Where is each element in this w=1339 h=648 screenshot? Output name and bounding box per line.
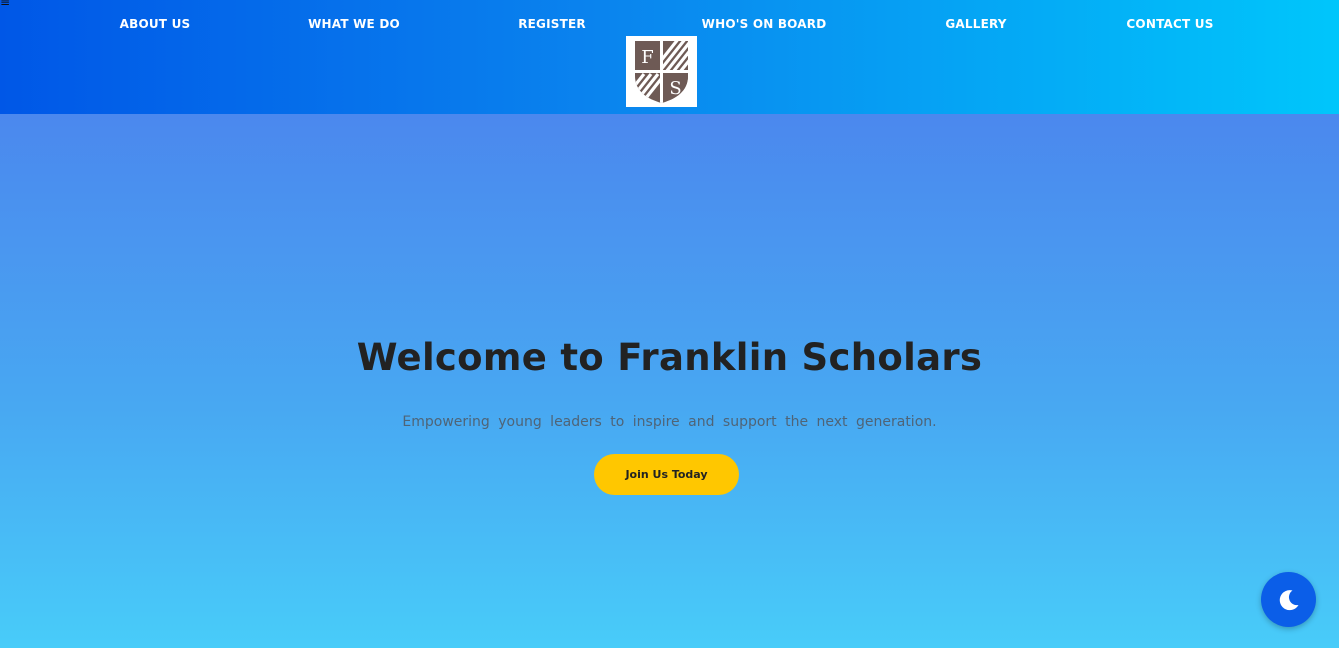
moon-icon	[1279, 589, 1298, 610]
site-header: ≡ ABOUT US WHAT WE DO REGISTER WHO'S ON …	[0, 0, 1339, 114]
nav-what-we-do[interactable]: WHAT WE DO	[308, 17, 400, 31]
nav-register[interactable]: REGISTER	[518, 17, 586, 31]
franklin-scholars-logo[interactable]: F S	[626, 36, 697, 107]
nav-contact-us[interactable]: CONTACT US	[1126, 17, 1213, 31]
logo-letter-s: S	[669, 78, 681, 99]
theme-toggle-button[interactable]	[1261, 572, 1316, 627]
logo-letter-f: F	[641, 47, 654, 68]
shield-logo-icon: F S	[635, 41, 688, 103]
hero-section: Welcome to Franklin Scholars Empowering …	[0, 114, 1339, 648]
main-nav: ABOUT US WHAT WE DO REGISTER WHO'S ON BO…	[0, 17, 1339, 33]
hamburger-icon[interactable]: ≡	[0, 0, 10, 8]
nav-whos-on-board[interactable]: WHO'S ON BOARD	[702, 17, 827, 31]
nav-about-us[interactable]: ABOUT US	[120, 17, 191, 31]
hero-subtitle: Empowering young leaders to inspire and …	[402, 414, 937, 430]
nav-gallery[interactable]: GALLERY	[945, 17, 1006, 31]
hero-title: Welcome to Franklin Scholars	[356, 336, 983, 379]
join-us-button[interactable]: Join Us Today	[594, 454, 739, 495]
